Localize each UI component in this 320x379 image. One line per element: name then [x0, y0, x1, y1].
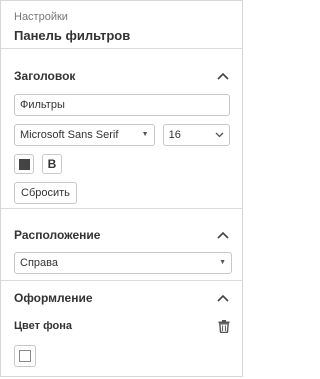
bg-color-swatch: [19, 350, 31, 362]
chevron-up-icon[interactable]: [216, 228, 230, 242]
caret-down-icon: ▼: [141, 131, 149, 138]
bold-button[interactable]: B: [42, 154, 62, 174]
appearance-section-header[interactable]: Оформление: [14, 288, 230, 308]
font-row: Microsoft Sans Serif ▼ 16: [14, 124, 230, 146]
position-select[interactable]: Справа ▼: [14, 252, 232, 274]
font-size-value: 16: [168, 129, 181, 141]
breadcrumb[interactable]: Настройки: [14, 10, 230, 24]
caret-down-icon: ▼: [219, 259, 226, 266]
font-family-select[interactable]: Microsoft Sans Serif ▼: [14, 124, 155, 146]
bg-color-row: Цвет фона: [14, 318, 230, 334]
text-color-button[interactable]: [14, 154, 34, 174]
font-size-select[interactable]: 16: [162, 124, 230, 146]
text-color-swatch: [18, 158, 30, 170]
chevron-up-icon[interactable]: [216, 291, 230, 305]
section-title: Оформление: [14, 291, 93, 305]
section-title: Расположение: [14, 228, 101, 242]
title-section: Заголовок Фильтры Microsoft Sans Serif ▼…: [1, 49, 242, 209]
bg-color-label: Цвет фона: [14, 320, 73, 332]
page-title: Панель фильтров: [14, 28, 131, 43]
chevron-down-icon: [215, 132, 224, 138]
position-section-header[interactable]: Расположение: [14, 225, 230, 245]
font-family-value: Microsoft Sans Serif: [20, 129, 119, 141]
reset-button[interactable]: Сбросить: [14, 182, 77, 204]
appearance-section: Оформление Цвет фона: [1, 281, 242, 367]
filters-settings-panel: Настройки Панель фильтров Заголовок Филь…: [0, 0, 243, 377]
title-text-input[interactable]: Фильтры: [14, 94, 230, 116]
title-section-header[interactable]: Заголовок: [14, 66, 230, 86]
panel-header: Настройки Панель фильтров: [1, 1, 242, 49]
position-value: Справа: [20, 257, 58, 269]
section-title: Заголовок: [14, 69, 76, 83]
position-section: Расположение Справа ▼: [1, 209, 242, 281]
style-row: B: [14, 154, 230, 174]
chevron-up-icon[interactable]: [216, 69, 230, 83]
trash-icon[interactable]: [218, 319, 230, 333]
bg-color-picker[interactable]: [14, 345, 36, 367]
